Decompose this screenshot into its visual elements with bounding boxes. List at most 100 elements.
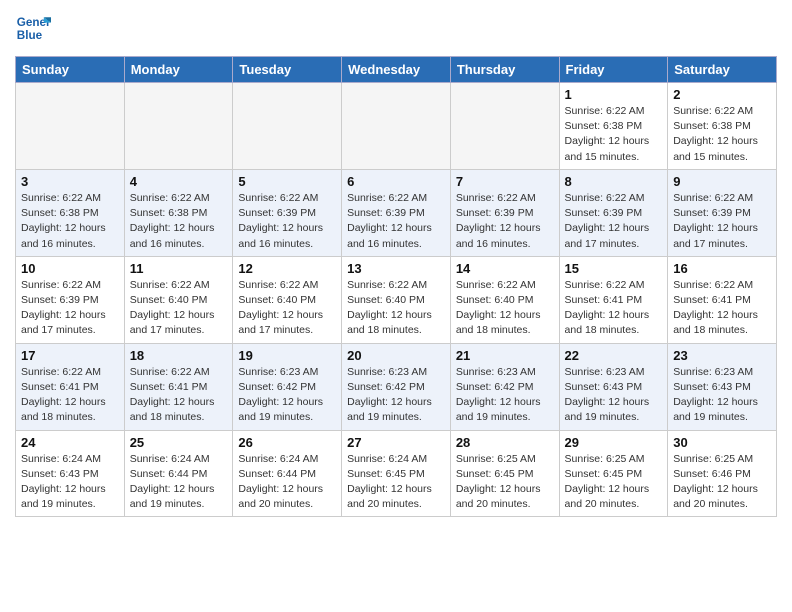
svg-text:Blue: Blue: [17, 29, 43, 42]
day-info: Sunrise: 6:23 AM Sunset: 6:42 PM Dayligh…: [456, 365, 554, 426]
weekday-header-wednesday: Wednesday: [342, 57, 451, 83]
day-number: 30: [673, 435, 771, 450]
calendar-cell: 29Sunrise: 6:25 AM Sunset: 6:45 PM Dayli…: [559, 430, 668, 517]
calendar-cell: 13 Sunrise: 6:22 AM Sunset: 6:40 PM Dayli…: [342, 256, 451, 343]
calendar-cell: 11Sunrise: 6:22 AM Sunset: 6:40 PM Dayli…: [124, 256, 233, 343]
day-info: Sunrise: 6:22 AM Sunset: 6:38 PM Dayligh…: [21, 191, 119, 252]
day-info: Sunrise: 6:22 AM Sunset: 6:39 PM Dayligh…: [673, 191, 771, 252]
calendar-cell: 10 Sunrise: 6:22 AM Sunset: 6:39 PM Dayli…: [16, 256, 125, 343]
calendar-week-5: 24 Sunrise: 6:24 AM Sunset: 6:43 PM Dayli…: [16, 430, 777, 517]
calendar-cell: 2 Sunrise: 6:22 AM Sunset: 6:38 PM Daylig…: [668, 83, 777, 170]
calendar-cell: 24 Sunrise: 6:24 AM Sunset: 6:43 PM Dayli…: [16, 430, 125, 517]
calendar-cell: [233, 83, 342, 170]
calendar-cell: 22 Sunrise: 6:23 AM Sunset: 6:43 PM Dayli…: [559, 343, 668, 430]
calendar-week-4: 17 Sunrise: 6:22 AM Sunset: 6:41 PM Dayli…: [16, 343, 777, 430]
day-number: 2: [673, 87, 771, 102]
day-info: Sunrise: 6:22 AM Sunset: 6:39 PM Dayligh…: [456, 191, 554, 252]
calendar-cell: 26Sunrise: 6:24 AM Sunset: 6:44 PM Dayli…: [233, 430, 342, 517]
calendar-cell: 17 Sunrise: 6:22 AM Sunset: 6:41 PM Dayli…: [16, 343, 125, 430]
calendar-cell: 23 Sunrise: 6:23 AM Sunset: 6:43 PM Dayli…: [668, 343, 777, 430]
day-number: 5: [238, 174, 336, 189]
calendar-cell: 12 Sunrise: 6:22 AM Sunset: 6:40 PM Dayli…: [233, 256, 342, 343]
calendar-cell: [450, 83, 559, 170]
day-number: 10: [21, 261, 119, 276]
calendar-cell: 21 Sunrise: 6:23 AM Sunset: 6:42 PM Dayli…: [450, 343, 559, 430]
day-info: Sunrise: 6:23 AM Sunset: 6:43 PM Dayligh…: [565, 365, 663, 426]
day-number: 27: [347, 435, 445, 450]
day-info: Sunrise: 6:22 AM Sunset: 6:39 PM Dayligh…: [347, 191, 445, 252]
day-number: 4: [130, 174, 228, 189]
calendar-cell: 3 Sunrise: 6:22 AM Sunset: 6:38 PM Daylig…: [16, 169, 125, 256]
day-info: Sunrise: 6:22 AM Sunset: 6:40 PM Dayligh…: [238, 278, 336, 339]
calendar-cell: 4 Sunrise: 6:22 AM Sunset: 6:38 PM Daylig…: [124, 169, 233, 256]
day-info: Sunrise: 6:23 AM Sunset: 6:43 PM Dayligh…: [673, 365, 771, 426]
day-info: Sunrise: 6:24 AM Sunset: 6:45 PM Dayligh…: [347, 452, 445, 513]
day-info: Sunrise: 6:22 AM Sunset: 6:40 PM Dayligh…: [130, 278, 228, 339]
day-number: 22: [565, 348, 663, 363]
weekday-header-saturday: Saturday: [668, 57, 777, 83]
day-info: Sunrise: 6:22 AM Sunset: 6:41 PM Dayligh…: [130, 365, 228, 426]
day-number: 23: [673, 348, 771, 363]
calendar-cell: 19 Sunrise: 6:23 AM Sunset: 6:42 PM Dayli…: [233, 343, 342, 430]
day-info: Sunrise: 6:22 AM Sunset: 6:39 PM Dayligh…: [21, 278, 119, 339]
day-info: Sunrise: 6:22 AM Sunset: 6:40 PM Dayligh…: [456, 278, 554, 339]
day-number: 7: [456, 174, 554, 189]
day-number: 28: [456, 435, 554, 450]
calendar-cell: 7 Sunrise: 6:22 AM Sunset: 6:39 PM Daylig…: [450, 169, 559, 256]
day-number: 20: [347, 348, 445, 363]
calendar-cell: 16 Sunrise: 6:22 AM Sunset: 6:41 PM Dayli…: [668, 256, 777, 343]
day-info: Sunrise: 6:24 AM Sunset: 6:43 PM Dayligh…: [21, 452, 119, 513]
calendar-week-2: 3 Sunrise: 6:22 AM Sunset: 6:38 PM Daylig…: [16, 169, 777, 256]
day-info: Sunrise: 6:24 AM Sunset: 6:44 PM Dayligh…: [130, 452, 228, 513]
day-info: Sunrise: 6:24 AM Sunset: 6:44 PM Dayligh…: [238, 452, 336, 513]
calendar-cell: 30 Sunrise: 6:25 AM Sunset: 6:46 PM Dayli…: [668, 430, 777, 517]
day-number: 6: [347, 174, 445, 189]
day-number: 18: [130, 348, 228, 363]
calendar-cell: 18 Sunrise: 6:22 AM Sunset: 6:41 PM Dayli…: [124, 343, 233, 430]
day-number: 8: [565, 174, 663, 189]
calendar-cell: [16, 83, 125, 170]
calendar-cell: 15Sunrise: 6:22 AM Sunset: 6:41 PM Dayli…: [559, 256, 668, 343]
day-info: Sunrise: 6:22 AM Sunset: 6:39 PM Dayligh…: [565, 191, 663, 252]
calendar-cell: [342, 83, 451, 170]
day-info: Sunrise: 6:22 AM Sunset: 6:38 PM Dayligh…: [130, 191, 228, 252]
day-info: Sunrise: 6:22 AM Sunset: 6:41 PM Dayligh…: [21, 365, 119, 426]
day-info: Sunrise: 6:22 AM Sunset: 6:38 PM Dayligh…: [673, 104, 771, 165]
calendar-cell: 5 Sunrise: 6:22 AM Sunset: 6:39 PM Daylig…: [233, 169, 342, 256]
day-number: 21: [456, 348, 554, 363]
page: General Blue SundayMondayTuesdayWednesda…: [0, 0, 792, 527]
day-number: 3: [21, 174, 119, 189]
calendar-cell: 25 Sunrise: 6:24 AM Sunset: 6:44 PM Dayli…: [124, 430, 233, 517]
day-info: Sunrise: 6:22 AM Sunset: 6:41 PM Dayligh…: [673, 278, 771, 339]
day-info: Sunrise: 6:22 AM Sunset: 6:38 PM Dayligh…: [565, 104, 663, 165]
calendar-cell: 14Sunrise: 6:22 AM Sunset: 6:40 PM Dayli…: [450, 256, 559, 343]
day-number: 16: [673, 261, 771, 276]
calendar-cell: [124, 83, 233, 170]
day-number: 15: [565, 261, 663, 276]
day-number: 19: [238, 348, 336, 363]
calendar-cell: 8 Sunrise: 6:22 AM Sunset: 6:39 PM Daylig…: [559, 169, 668, 256]
logo: General Blue: [15, 10, 55, 46]
day-info: Sunrise: 6:22 AM Sunset: 6:39 PM Dayligh…: [238, 191, 336, 252]
day-info: Sunrise: 6:23 AM Sunset: 6:42 PM Dayligh…: [238, 365, 336, 426]
day-info: Sunrise: 6:25 AM Sunset: 6:45 PM Dayligh…: [456, 452, 554, 513]
day-number: 12: [238, 261, 336, 276]
day-info: Sunrise: 6:22 AM Sunset: 6:40 PM Dayligh…: [347, 278, 445, 339]
calendar-cell: 28 Sunrise: 6:25 AM Sunset: 6:45 PM Dayli…: [450, 430, 559, 517]
weekday-header-monday: Monday: [124, 57, 233, 83]
day-info: Sunrise: 6:25 AM Sunset: 6:46 PM Dayligh…: [673, 452, 771, 513]
weekday-header-tuesday: Tuesday: [233, 57, 342, 83]
calendar-cell: 20 Sunrise: 6:23 AM Sunset: 6:42 PM Dayli…: [342, 343, 451, 430]
logo-icon: General Blue: [15, 10, 51, 46]
header: General Blue: [15, 10, 777, 46]
day-number: 13: [347, 261, 445, 276]
day-number: 1: [565, 87, 663, 102]
day-number: 24: [21, 435, 119, 450]
calendar-table: SundayMondayTuesdayWednesdayThursdayFrid…: [15, 56, 777, 517]
day-info: Sunrise: 6:23 AM Sunset: 6:42 PM Dayligh…: [347, 365, 445, 426]
day-number: 25: [130, 435, 228, 450]
calendar-cell: 6 Sunrise: 6:22 AM Sunset: 6:39 PM Daylig…: [342, 169, 451, 256]
weekday-header-sunday: Sunday: [16, 57, 125, 83]
day-number: 17: [21, 348, 119, 363]
calendar-cell: 27 Sunrise: 6:24 AM Sunset: 6:45 PM Dayli…: [342, 430, 451, 517]
